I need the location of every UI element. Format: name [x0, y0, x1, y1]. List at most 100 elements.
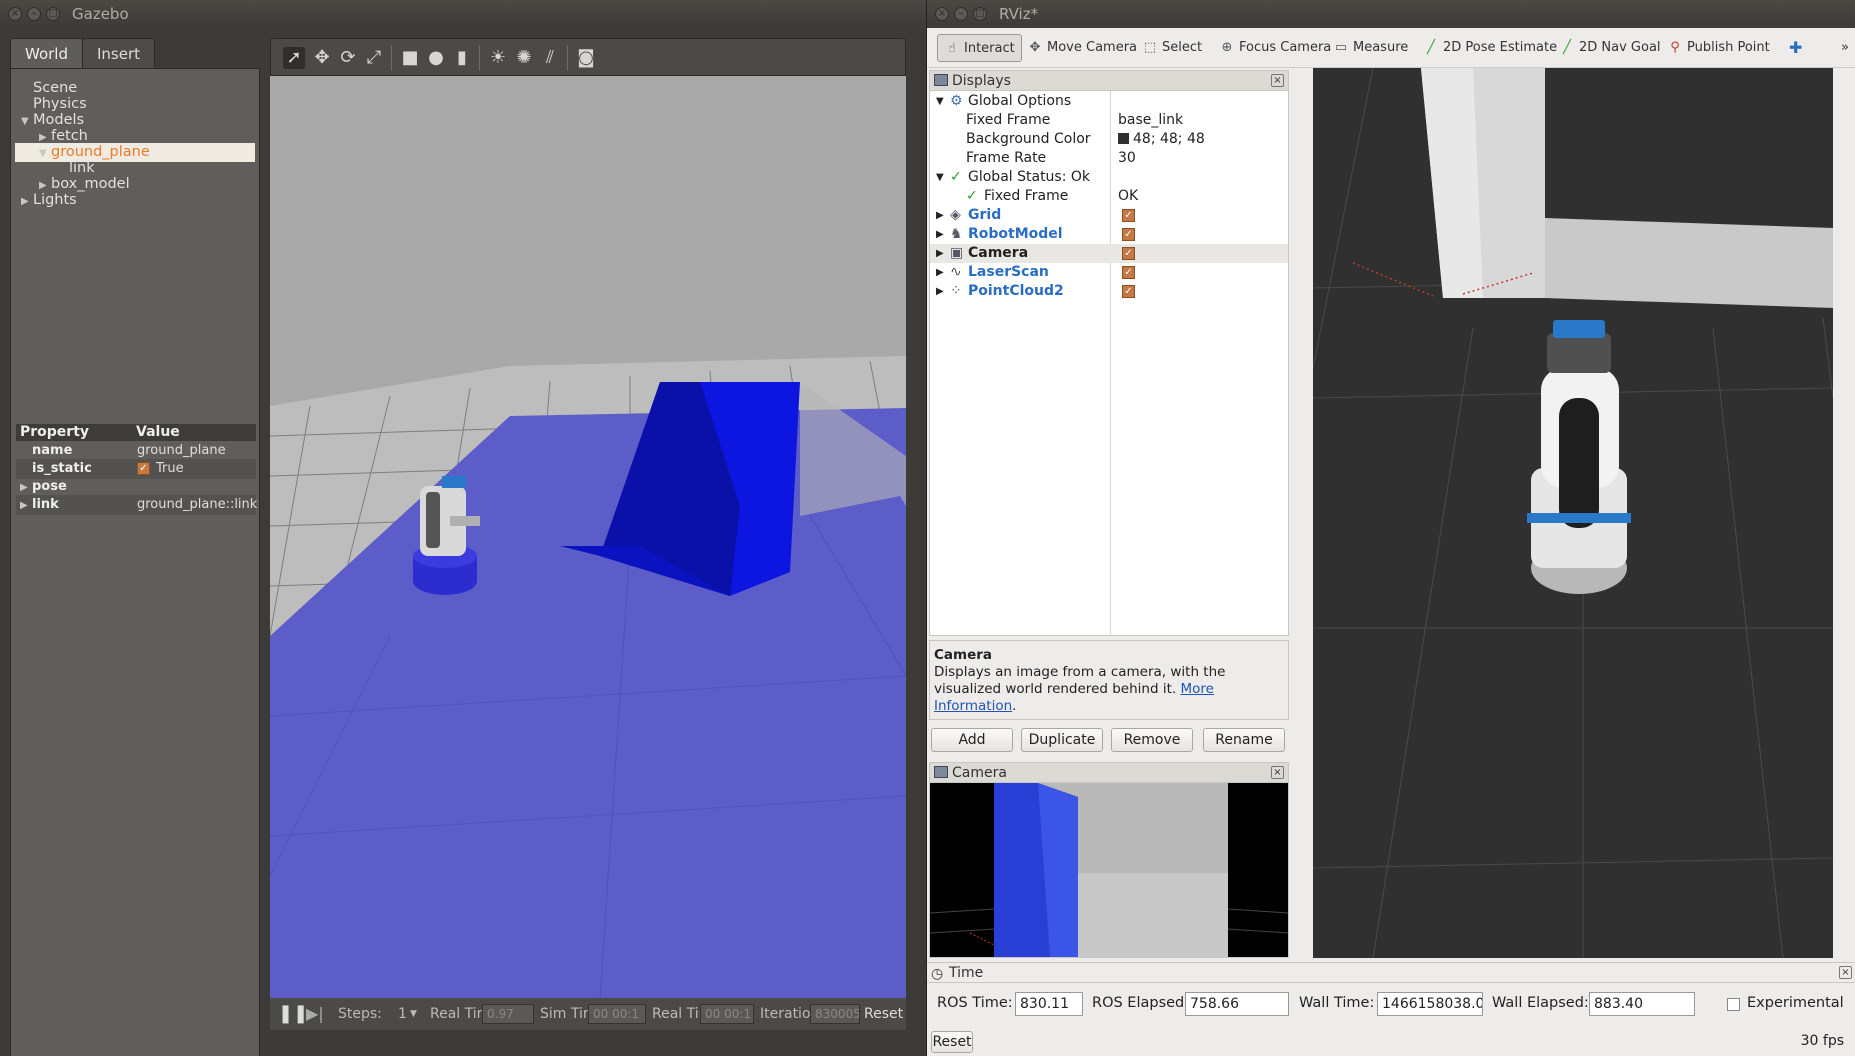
close-icon[interactable]: × — [1839, 966, 1852, 979]
property-row[interactable]: name ground_plane — [16, 441, 256, 461]
wall-time-field: 1466158038.02 — [1377, 992, 1483, 1016]
chevron-right-icon[interactable]: ▶ — [936, 206, 944, 225]
display-item[interactable]: ▶ ⁘ PointCloud2 ✓ — [930, 282, 1288, 301]
rviz-3d-view[interactable] — [1313, 68, 1833, 958]
iterations-label: Iteratio — [760, 1006, 811, 1022]
display-item[interactable]: ▶ ♞ RobotModel ✓ — [930, 225, 1288, 244]
checkbox-checked-icon[interactable]: ✓ — [1122, 246, 1135, 260]
cylinder-shape-icon[interactable]: ▮ — [451, 47, 473, 69]
option-value[interactable]: 48; 48; 48 — [1118, 130, 1205, 149]
chevron-right-icon[interactable]: ▶ — [936, 282, 944, 301]
steps-value[interactable]: 1 — [398, 998, 407, 1030]
2d-nav-goal-button[interactable]: ╱ 2D Nav Goal — [1559, 34, 1660, 62]
chevron-right-icon[interactable]: ▶ — [21, 192, 33, 211]
translate-icon[interactable]: ✥ — [311, 47, 333, 69]
rotate-icon[interactable]: ⟳ — [337, 47, 359, 69]
box-shape-icon[interactable]: ■ — [399, 47, 421, 69]
display-item[interactable]: ▶ ▣ Camera ✓ — [930, 244, 1288, 263]
checkbox-checked-icon[interactable]: ✓ — [1122, 208, 1135, 222]
window-title: Gazebo — [72, 5, 129, 23]
interact-tool-button[interactable]: ☝ Interact — [937, 34, 1022, 62]
chevron-down-icon[interactable]: ▼ — [410, 998, 417, 1030]
add-tool-icon[interactable]: ✚ — [1789, 34, 1802, 62]
real-time-label: Real Tir — [652, 1006, 705, 1022]
display-item[interactable]: ▶ ◈ Grid ✓ — [930, 206, 1288, 225]
focus-camera-tool-button[interactable]: ⊕ Focus Camera — [1219, 34, 1332, 62]
status-name: Fixed Frame — [984, 188, 1069, 204]
camera-icon: ▣ — [950, 245, 964, 261]
tool-label: Focus Camera — [1239, 40, 1332, 55]
property-value: ✓ True — [137, 459, 184, 479]
chevron-right-icon[interactable]: ▶ — [20, 496, 32, 516]
real-time-factor-label: Real Tir — [430, 1006, 483, 1022]
option-value[interactable]: base_link — [1118, 111, 1183, 130]
spot-light-icon[interactable]: ✺ — [513, 47, 535, 69]
sphere-shape-icon[interactable]: ● — [425, 47, 447, 69]
option-row[interactable]: Frame Rate 30 — [930, 149, 1288, 168]
reset-time-button[interactable]: Reset — [864, 998, 903, 1030]
description-end: . — [1012, 698, 1017, 714]
chevron-right-icon[interactable]: ▶ — [936, 225, 944, 244]
screenshot-camera-icon[interactable]: ◙ — [575, 47, 597, 69]
property-row[interactable]: ▶ link ground_plane::link — [16, 495, 257, 516]
pause-icon[interactable]: ❚❚ — [278, 998, 308, 1030]
scale-icon[interactable]: ⤢ — [363, 47, 385, 69]
property-row[interactable]: ▶ pose — [16, 477, 256, 497]
point-cloud-icon: ⁘ — [950, 283, 962, 299]
window-title: RViz* — [999, 5, 1039, 23]
checkbox-checked-icon[interactable]: ✓ — [1122, 265, 1135, 279]
minimize-icon[interactable]: – — [954, 7, 968, 21]
add-button[interactable]: Add — [931, 728, 1013, 752]
checkbox-checked-icon[interactable]: ✓ — [137, 462, 150, 475]
point-light-icon[interactable]: ☀ — [487, 47, 509, 69]
gazebo-time-bar: ❚❚ ▶| Steps: 1 ▼ Real Tir 0.97 Sim Tir 0… — [270, 998, 906, 1030]
global-options-row[interactable]: ▼ ⚙ Global Options — [930, 92, 1288, 111]
display-name: LaserScan — [968, 264, 1049, 280]
close-icon[interactable]: × — [1271, 74, 1284, 87]
chevron-right-icon[interactable]: ▶ — [936, 244, 944, 263]
move-camera-tool-button[interactable]: ✥ Move Camera — [1027, 34, 1137, 62]
select-tool-button[interactable]: ⬚ Select — [1142, 34, 1202, 62]
camera-panel-header: Camera × — [930, 763, 1288, 783]
chevron-down-icon[interactable]: ▼ — [936, 92, 944, 111]
duplicate-button[interactable]: Duplicate — [1021, 728, 1103, 752]
chevron-right-icon[interactable]: ▶ — [936, 263, 944, 282]
chevron-down-icon[interactable]: ▼ — [936, 168, 944, 187]
tab-insert[interactable]: Insert — [82, 38, 156, 68]
global-status-row[interactable]: ▼ ✓ Global Status: Ok — [930, 168, 1288, 187]
checkbox-checked-icon[interactable]: ✓ — [1122, 227, 1135, 241]
display-item[interactable]: ▶ ∿ LaserScan ✓ — [930, 263, 1288, 282]
property-value: ground_plane — [137, 441, 226, 461]
maximize-icon[interactable]: □ — [973, 7, 987, 21]
focus-camera-icon: ⊕ — [1221, 40, 1233, 55]
minimize-icon[interactable]: – — [27, 7, 41, 21]
experimental-checkbox[interactable] — [1727, 998, 1740, 1011]
tab-world[interactable]: World — [10, 38, 83, 68]
ruler-icon: ▭ — [1334, 40, 1348, 55]
tree-item[interactable]: ▶ Lights — [11, 191, 251, 210]
display-name: PointCloud2 — [968, 283, 1064, 299]
property-name: is_static — [32, 461, 92, 476]
option-row[interactable]: Background Color 48; 48; 48 — [930, 130, 1288, 149]
step-icon[interactable]: ▶| — [306, 998, 324, 1030]
close-icon[interactable]: × — [935, 7, 949, 21]
more-tools-icon[interactable]: » — [1841, 34, 1849, 62]
property-row[interactable]: is_static ✓ True — [16, 459, 256, 479]
publish-point-button[interactable]: ⚲ Publish Point — [1667, 34, 1770, 62]
fps-readout: 30 fps — [1800, 1033, 1844, 1049]
remove-button[interactable]: Remove — [1111, 728, 1193, 752]
option-name: Background Color — [966, 131, 1091, 147]
close-icon[interactable]: × — [8, 7, 22, 21]
reset-button[interactable]: Reset — [931, 1031, 973, 1053]
gazebo-3d-viewport[interactable] — [270, 76, 906, 998]
checkbox-checked-icon[interactable]: ✓ — [1122, 284, 1135, 298]
close-icon[interactable]: × — [1271, 766, 1284, 779]
option-row[interactable]: Fixed Frame base_link — [930, 111, 1288, 130]
directional-light-icon[interactable]: ⫽ — [539, 47, 561, 69]
measure-tool-button[interactable]: ▭ Measure — [1333, 34, 1408, 62]
select-arrow-icon[interactable]: ➚ — [283, 47, 305, 69]
option-value[interactable]: 30 — [1118, 149, 1136, 168]
maximize-icon[interactable]: □ — [46, 7, 60, 21]
rename-button[interactable]: Rename — [1203, 728, 1285, 752]
2d-pose-estimate-button[interactable]: ╱ 2D Pose Estimate — [1423, 34, 1557, 62]
